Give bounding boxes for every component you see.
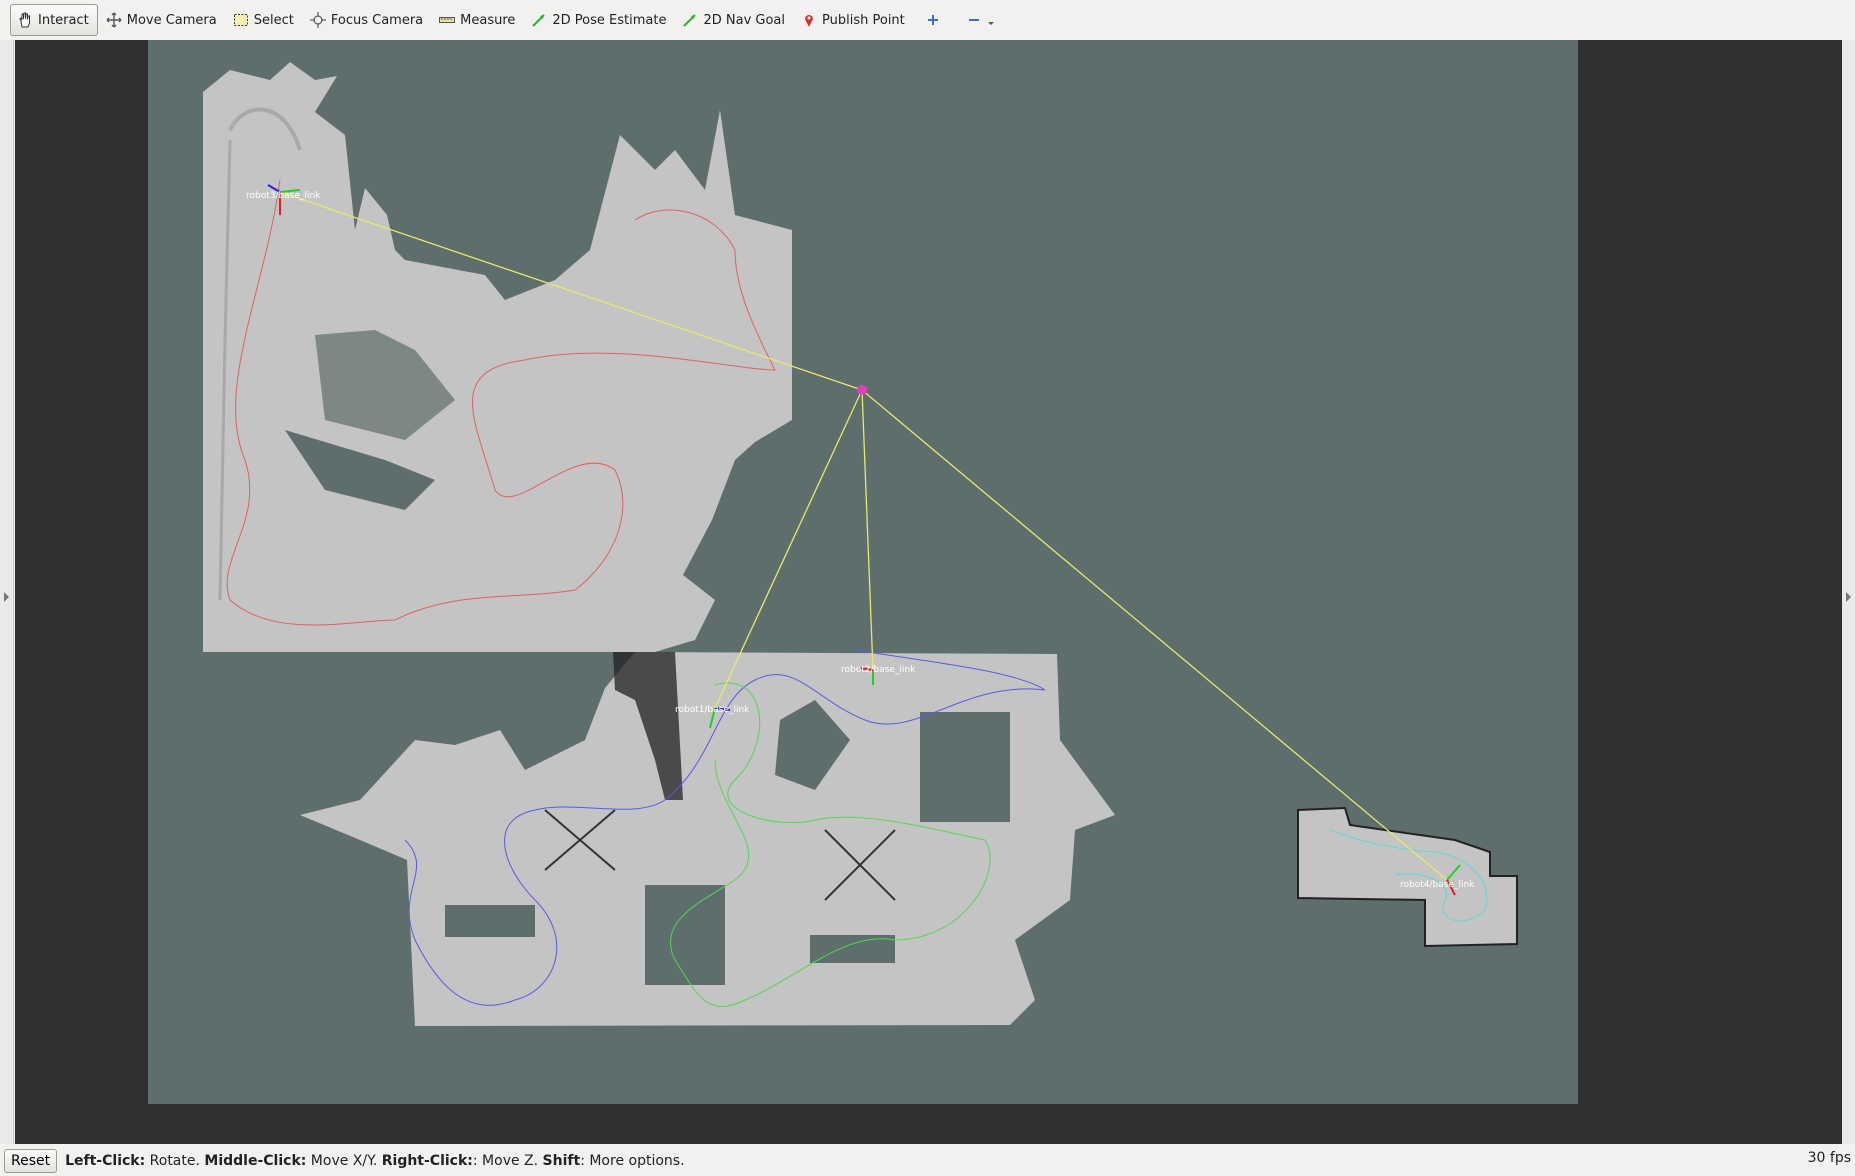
hint-text: Move X/Y. [306, 1153, 382, 1169]
robot-label: robot2/base_link [841, 665, 916, 675]
move-camera-icon [106, 12, 122, 28]
map-render: robot3/base_link robot2/base_link robot1… [148, 40, 1578, 1104]
tool-label: Move Camera [126, 12, 217, 28]
tool-label: Select [253, 12, 294, 28]
tool-label: 2D Nav Goal [703, 12, 786, 28]
tf-root-marker [857, 385, 867, 395]
robot-label: robot3/base_link [246, 191, 321, 201]
fps-counter: 30 fps [1807, 1150, 1851, 1166]
tool-2d-pose-estimate[interactable]: 2D Pose Estimate [525, 4, 674, 36]
toolbar: Interact Move Camera Select Focus Camera… [0, 0, 1855, 40]
tool-label: Publish Point [822, 12, 905, 28]
hint-text: : Move Z. [472, 1153, 543, 1169]
select-box-icon [233, 12, 249, 28]
focus-camera-icon [309, 12, 326, 28]
tool-move-camera[interactable]: Move Camera [100, 4, 225, 36]
hint-key: Shift [542, 1153, 581, 1169]
tool-label: 2D Pose Estimate [552, 12, 667, 28]
hint-key: Right-Click: [381, 1153, 473, 1169]
hint-text: : More options. [580, 1153, 685, 1169]
tool-focus-camera[interactable]: Focus Camera [304, 4, 431, 36]
tool-select[interactable]: Select [227, 4, 302, 36]
chevron-down-icon [987, 12, 995, 28]
robot-label: robot1/base_link [675, 705, 750, 715]
tool-measure[interactable]: Measure [433, 4, 523, 36]
green-arrow-icon [682, 12, 698, 28]
hint-text: Rotate. [145, 1153, 205, 1169]
map-pin-icon [801, 12, 817, 28]
add-tool-button[interactable] [915, 4, 956, 36]
hint-key: Left-Click: [65, 1153, 146, 1169]
tool-label: Interact [38, 12, 89, 28]
tool-publish-point[interactable]: Publish Point [795, 4, 913, 36]
tool-2d-nav-goal[interactable]: 2D Nav Goal [676, 4, 793, 36]
hint-key: Middle-Click: [204, 1153, 307, 1169]
remove-tool-button[interactable] [956, 4, 1010, 36]
expand-right-icon [1846, 592, 1851, 602]
green-arrow-icon [531, 12, 547, 28]
right-panel-handle[interactable] [1842, 40, 1855, 1144]
robot-label: robot4/base_link [1400, 880, 1475, 890]
minus-icon [966, 12, 982, 28]
mouse-hint: Left-Click: Rotate. Middle-Click: Move X… [65, 1153, 684, 1169]
ruler-icon [439, 12, 456, 28]
left-panel-handle[interactable] [0, 40, 14, 1144]
expand-left-icon [4, 592, 9, 602]
reset-button[interactable]: Reset [4, 1149, 58, 1173]
tool-label: Measure [460, 12, 516, 28]
3d-viewport[interactable]: robot3/base_link robot2/base_link robot1… [15, 40, 1855, 1144]
status-bar: Reset Left-Click: Rotate. Middle-Click: … [0, 1146, 1855, 1176]
tool-label: Focus Camera [330, 12, 424, 28]
hand-icon [17, 12, 33, 28]
plus-icon [925, 12, 941, 28]
tool-interact[interactable]: Interact [10, 4, 98, 36]
